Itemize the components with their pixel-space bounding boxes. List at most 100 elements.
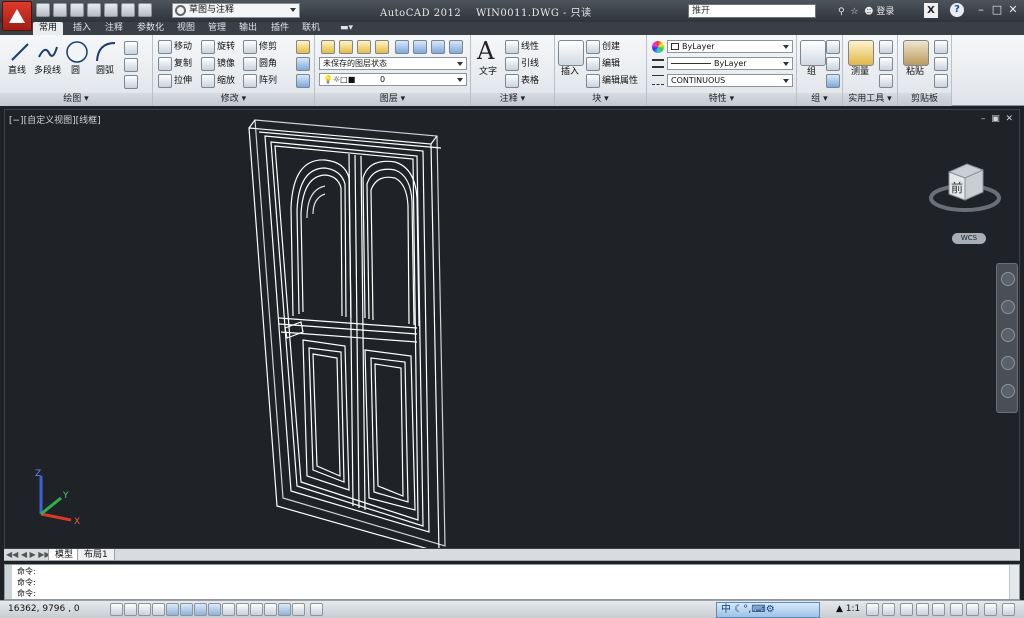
- array-icon[interactable]: [243, 74, 257, 88]
- mirror-icon[interactable]: [201, 57, 215, 71]
- zoom-icon[interactable]: [1001, 328, 1015, 342]
- status-bar-menu-icon[interactable]: [966, 603, 979, 616]
- tool-measure[interactable]: 测量: [851, 66, 869, 78]
- tool-create[interactable]: 创建: [602, 41, 620, 53]
- layer-freeze-icon[interactable]: [395, 40, 409, 54]
- dynamic-input-icon[interactable]: [236, 603, 249, 616]
- panel-title-clipboard[interactable]: 剪贴板: [898, 93, 951, 106]
- tool-array[interactable]: 阵列: [259, 75, 277, 87]
- selection-cycling-icon[interactable]: [292, 603, 305, 616]
- clean-screen-icon[interactable]: [984, 603, 997, 616]
- panel-title-annotation[interactable]: 注释 ▾: [471, 93, 554, 106]
- tool-rotate[interactable]: 旋转: [217, 41, 235, 53]
- search-icon[interactable]: ⚲: [838, 7, 845, 17]
- tool-polyline[interactable]: 多段线: [34, 65, 61, 77]
- viewcube-face-label[interactable]: 前: [951, 180, 963, 195]
- tool-move[interactable]: 移动: [174, 41, 192, 53]
- lineweight-dropdown[interactable]: ByLayer: [667, 57, 793, 70]
- showmotion-icon[interactable]: [1001, 384, 1015, 398]
- tool-arc[interactable]: 圆弧: [96, 65, 114, 77]
- layer-off-icon[interactable]: [357, 40, 371, 54]
- annotation-scale[interactable]: ▲ 1:1: [836, 604, 860, 614]
- paste-icon[interactable]: [903, 40, 929, 66]
- quick-properties-icon[interactable]: [278, 603, 291, 616]
- model-space-icon[interactable]: [310, 603, 323, 616]
- copy-icon[interactable]: [158, 57, 172, 71]
- tool-line[interactable]: 直线: [8, 65, 26, 77]
- polyline-icon[interactable]: [37, 41, 59, 63]
- tool-edit-attribute[interactable]: 编辑属性: [602, 75, 638, 87]
- rectangle-icon[interactable]: [124, 41, 138, 55]
- edit-block-icon[interactable]: [586, 57, 600, 71]
- group-icon[interactable]: [800, 40, 826, 66]
- trim-icon[interactable]: [243, 40, 257, 54]
- panel-title-block[interactable]: 块 ▾: [555, 93, 646, 106]
- linetype-dropdown[interactable]: CONTINUOUS: [667, 74, 793, 87]
- minimize-icon[interactable]: –: [974, 3, 988, 17]
- ungroup-icon[interactable]: [826, 40, 840, 54]
- close-icon[interactable]: ✕: [1006, 3, 1020, 17]
- tool-leader[interactable]: 引线: [521, 58, 539, 70]
- viewport-window-controls[interactable]: – ▣ ✕: [981, 114, 1013, 124]
- linear-dimension-icon[interactable]: [505, 40, 519, 54]
- tool-copy[interactable]: 复制: [174, 58, 192, 70]
- login-button[interactable]: ⚲ ☆ ☻ 登录: [838, 4, 894, 17]
- lock-ui-icon[interactable]: [916, 603, 929, 616]
- open-file-icon[interactable]: [53, 3, 67, 17]
- new-file-icon[interactable]: [36, 3, 50, 17]
- steering-wheel-icon[interactable]: [1001, 272, 1015, 286]
- tool-trim[interactable]: 修剪: [259, 41, 277, 53]
- layer-dropdown[interactable]: 💡☼□■ 0: [319, 73, 467, 86]
- table-icon[interactable]: [505, 74, 519, 88]
- text-icon[interactable]: A: [477, 37, 494, 65]
- layer-match-icon[interactable]: [431, 40, 445, 54]
- ortho-mode-icon[interactable]: [152, 603, 165, 616]
- lineweight-toggle-icon[interactable]: [250, 603, 263, 616]
- workspace-switcher[interactable]: 草图与注释: [172, 3, 300, 18]
- panel-title-properties[interactable]: 特性 ▾: [647, 93, 796, 106]
- layer-state-icon[interactable]: [339, 40, 353, 54]
- panel-title-utilities[interactable]: 实用工具 ▾: [843, 93, 897, 106]
- command-line-scrollbar[interactable]: [1009, 565, 1019, 599]
- create-block-icon[interactable]: [586, 40, 600, 54]
- transparency-icon[interactable]: [264, 603, 277, 616]
- model-viewport[interactable]: [−][自定义视图][线框] – ▣ ✕ 前 WCS Z Y X: [4, 109, 1020, 549]
- insert-block-icon[interactable]: [558, 40, 584, 66]
- erase-icon[interactable]: [296, 40, 310, 54]
- layer-walk-icon[interactable]: [449, 40, 463, 54]
- fillet-icon[interactable]: [243, 57, 257, 71]
- edit-attribute-icon[interactable]: [586, 74, 600, 88]
- tab-model[interactable]: 模型: [48, 549, 81, 561]
- cut-icon[interactable]: [934, 40, 948, 54]
- arc-icon[interactable]: [94, 40, 118, 64]
- layout-nav-arrows[interactable]: ◀◀ ◀ ▶ ▶▶: [6, 550, 51, 559]
- panel-title-layers[interactable]: 图层 ▾: [315, 93, 470, 106]
- copy-clip-icon[interactable]: [934, 57, 948, 71]
- tool-linear[interactable]: 线性: [521, 41, 539, 53]
- command-line-grip[interactable]: [5, 565, 12, 599]
- save-as-icon[interactable]: [87, 3, 101, 17]
- ime-toolbar[interactable]: 中 ☾°,⌨⚙: [716, 602, 820, 618]
- pan-icon[interactable]: [1001, 300, 1015, 314]
- ellipse-icon[interactable]: [124, 58, 138, 72]
- object-snap-tracking-icon[interactable]: [208, 603, 221, 616]
- application-menu-button[interactable]: [2, 1, 32, 31]
- tool-circle[interactable]: 圆: [71, 65, 80, 77]
- layer-state-dropdown[interactable]: 未保存的图层状态: [319, 57, 467, 70]
- tab-insert[interactable]: 插入: [67, 22, 97, 35]
- help-icon[interactable]: ?: [950, 3, 964, 17]
- tool-fillet[interactable]: 圆角: [259, 58, 277, 70]
- undo-icon[interactable]: [121, 3, 135, 17]
- polar-tracking-icon[interactable]: [166, 603, 179, 616]
- viewport-controls-label[interactable]: [−][自定义视图][线框]: [9, 113, 101, 126]
- toolbar-lock-icon[interactable]: [1002, 603, 1015, 616]
- tool-group[interactable]: 组: [807, 66, 816, 78]
- move-icon[interactable]: [158, 40, 172, 54]
- auto-scale-icon[interactable]: [882, 603, 895, 616]
- hardware-acceleration-icon[interactable]: [932, 603, 945, 616]
- orbit-icon[interactable]: [1001, 356, 1015, 370]
- group-edit-icon[interactable]: [826, 57, 840, 71]
- hatch-icon[interactable]: [124, 75, 138, 89]
- command-line[interactable]: 命令: 命令: 命令:: [4, 564, 1020, 600]
- search-input[interactable]: 推开: [688, 4, 816, 18]
